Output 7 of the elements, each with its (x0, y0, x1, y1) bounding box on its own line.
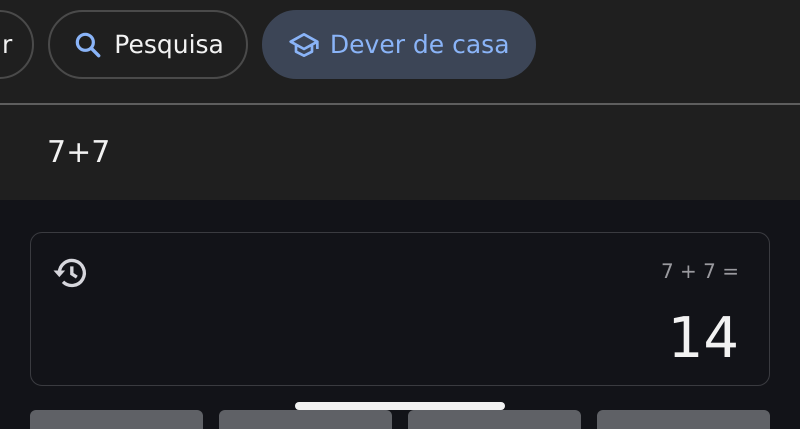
search-chip[interactable]: Pesquisa (48, 10, 248, 79)
search-query: 7+7 (47, 135, 110, 170)
home-indicator[interactable] (295, 402, 505, 410)
result: 14 (668, 311, 739, 367)
filter-chip[interactable]: r (0, 10, 34, 79)
homework-chip[interactable]: Dever de casa (262, 10, 536, 79)
expression: 7 + 7 = (660, 259, 739, 283)
